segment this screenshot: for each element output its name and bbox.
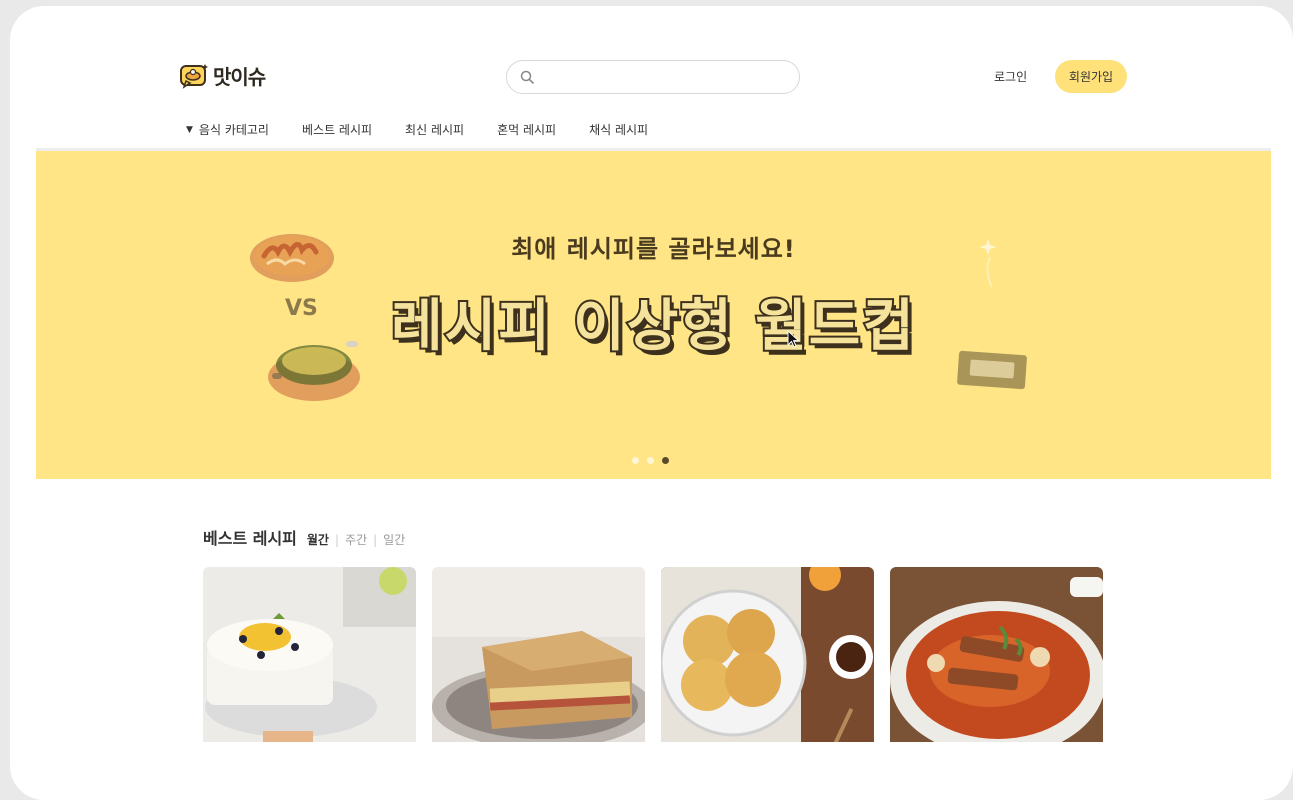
- banner-subtitle: 최애 레시피를 골라보세요!: [511, 235, 796, 263]
- recipe-card[interactable]: [432, 567, 645, 742]
- tab-monthly[interactable]: 월간: [307, 531, 329, 548]
- caret-down-icon: ▼: [186, 124, 193, 135]
- recipe-card[interactable]: [890, 567, 1103, 742]
- nav-item-food-category[interactable]: ▼ 음식 카테고리: [186, 121, 269, 138]
- carousel-dot-2[interactable]: [647, 457, 654, 464]
- recipe-card[interactable]: [203, 567, 416, 742]
- recipe-image-pancakes: [661, 567, 874, 742]
- nav-item-vegetarian-recipes[interactable]: 채식 레시피: [589, 121, 648, 138]
- login-link[interactable]: 로그인: [994, 68, 1027, 85]
- nav-item-label: 음식 카테고리: [198, 123, 269, 137]
- logo-icon: [180, 63, 208, 89]
- search-icon: [520, 70, 534, 84]
- recipe-image-sandwich: [432, 567, 645, 742]
- recipe-image-stew: [890, 567, 1103, 742]
- mouse-cursor-icon: [787, 330, 800, 348]
- nav-item-best-recipes[interactable]: 베스트 레시피: [302, 121, 372, 138]
- main-nav: ▼ 음식 카테고리 베스트 레시피 최신 레시피 혼먹 레시피 채식 레시피: [186, 121, 681, 138]
- section-title: 베스트 레시피: [203, 529, 297, 548]
- nav-item-solo-recipes[interactable]: 혼먹 레시피: [497, 121, 556, 138]
- search-bar[interactable]: [506, 60, 800, 94]
- tab-weekly[interactable]: 주간: [345, 531, 367, 548]
- logo[interactable]: 맛이슈: [179, 61, 266, 90]
- signup-button[interactable]: 회원가입: [1055, 60, 1127, 93]
- recipe-image-cheesecake: [203, 567, 416, 742]
- sparkle-icon: [980, 239, 996, 288]
- hero-banner[interactable]: VS 최애 레시피를 골라보세요! 레시피 이상형 월드컵: [36, 151, 1271, 479]
- nav-item-latest-recipes[interactable]: 최신 레시피: [405, 121, 464, 138]
- carousel-dots: [632, 457, 669, 464]
- recipe-card[interactable]: [661, 567, 874, 742]
- carousel-dot-3[interactable]: [662, 457, 669, 464]
- tab-daily[interactable]: 일간: [383, 531, 405, 548]
- carousel-dot-1[interactable]: [632, 457, 639, 464]
- recipe-card-list: [203, 567, 1103, 742]
- banner-title: 레시피 이상형 월드컵: [389, 292, 916, 361]
- best-recipes-header: 베스트 레시피 월간 | 주간 | 일간: [203, 525, 405, 549]
- device-frame: 맛이슈 로그인 회원가입 ▼ 음식 카테고리 베스트 레시피 최신 레시피 혼먹…: [10, 6, 1293, 800]
- browser-viewport: 맛이슈 로그인 회원가입 ▼ 음식 카테고리 베스트 레시피 최신 레시피 혼먹…: [36, 42, 1271, 742]
- tab-separator: |: [334, 533, 340, 547]
- ticket-illustration: [957, 350, 1027, 390]
- search-input[interactable]: [543, 66, 787, 88]
- logo-text: 맛이슈: [213, 65, 266, 89]
- tab-separator: |: [373, 533, 378, 547]
